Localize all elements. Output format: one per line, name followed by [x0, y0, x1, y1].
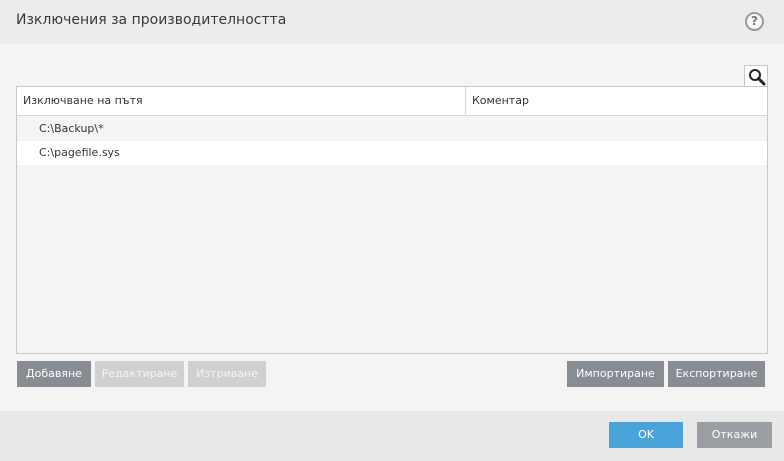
path-cell: C:\Backup\*: [39, 122, 104, 135]
delete-button[interactable]: Изтриване: [188, 361, 266, 387]
performance-exclusions-dialog: Изключения за производителността ? Изклю…: [0, 0, 784, 461]
path-cell: C:\pagefile.sys: [39, 146, 120, 159]
exclusions-table: Изключване на пътя Коментар C:\Backup\* …: [16, 86, 768, 354]
dialog-footer: OK Откажи: [0, 411, 784, 461]
dialog-title: Изключения за производителността: [16, 12, 287, 28]
add-button[interactable]: Добавяне: [17, 361, 91, 387]
cancel-button[interactable]: Откажи: [697, 422, 772, 448]
search-icon: [749, 69, 766, 86]
dialog-header: Изключения за производителността ?: [0, 0, 784, 44]
table-row[interactable]: C:\Backup\*: [17, 117, 767, 141]
table-header: Изключване на пътя Коментар: [17, 87, 767, 116]
column-header-path[interactable]: Изключване на пътя: [17, 87, 466, 115]
export-button[interactable]: Експортиране: [668, 361, 765, 387]
import-button[interactable]: Импортиране: [567, 361, 664, 387]
edit-button[interactable]: Редактиране: [95, 361, 184, 387]
search-button[interactable]: [744, 65, 768, 87]
table-row[interactable]: C:\pagefile.sys: [17, 141, 767, 165]
help-icon[interactable]: ?: [745, 12, 764, 31]
ok-button[interactable]: OK: [609, 422, 683, 448]
column-header-comment[interactable]: Коментар: [466, 87, 767, 115]
